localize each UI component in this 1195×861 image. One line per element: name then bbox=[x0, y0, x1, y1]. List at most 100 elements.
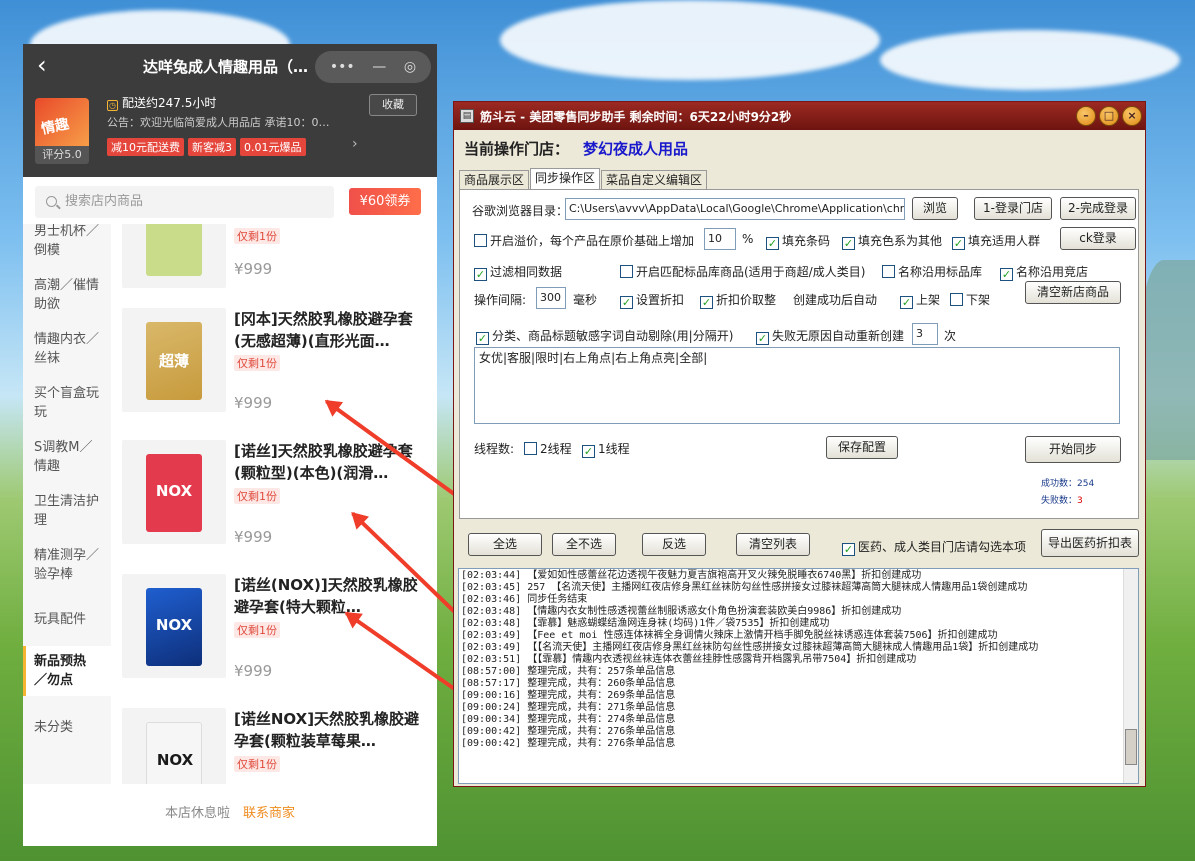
auto-retry-checkbox[interactable]: ✓ 失败无原因自动重新创建 bbox=[756, 327, 904, 345]
contact-merchant-link[interactable]: 联系商家 bbox=[243, 806, 295, 821]
chevron-right-icon[interactable]: › bbox=[352, 136, 358, 152]
log-output[interactable]: [02:03:44] 【爱如如性感蕾丝花边透视午夜魅力夏吉旗袍高开叉火辣免脱睡衣… bbox=[458, 568, 1139, 784]
discount-round-checkbox[interactable]: ✓ 折扣价取整 bbox=[700, 291, 776, 309]
save-config-button[interactable]: 保存配置 bbox=[826, 436, 898, 459]
stock-limit-badge: 仅剩1份 bbox=[234, 355, 280, 371]
log-line: [02:03:46] 同步任务结束 bbox=[461, 594, 588, 605]
fill-barcode-checkbox[interactable]: ✓ 填充条码 bbox=[766, 232, 830, 250]
stock-limit-badge: 仅剩1份 bbox=[234, 756, 280, 772]
markup-checkbox[interactable]: 开启溢价，每个产品在原价基础上增加 bbox=[474, 232, 694, 249]
category-item[interactable]: 卫生清洁护理 bbox=[23, 492, 103, 530]
clear-store-products-button[interactable]: 清空新店商品 bbox=[1025, 281, 1121, 304]
sync-assistant-window: ▤ 筋斗云 - 美团零售同步助手 剩余时间：6天22小时9分2秒 – □ × 当… bbox=[453, 101, 1146, 787]
more-icon[interactable]: ••• bbox=[330, 60, 355, 74]
log-line: [02:03:49] 【【名流天使】主播网红夜店修身黑红丝袜防勾丝性感拼接女过膝… bbox=[461, 642, 1039, 653]
times-label: 次 bbox=[944, 329, 957, 343]
clock-icon: ◷ bbox=[107, 100, 118, 111]
stock-limit-badge: 仅剩1份 bbox=[234, 228, 280, 244]
store-notice: 公告：欢迎光临简爱成人用品店 承诺10：0… bbox=[107, 116, 330, 129]
tab-product-display[interactable]: 商品展示区 bbox=[459, 170, 530, 190]
tab-bar: 商品展示区 同步操作区 菜品自定义编辑区 bbox=[459, 168, 708, 190]
mountain bbox=[1140, 260, 1195, 460]
interval-label: 操作间隔: bbox=[474, 293, 527, 307]
product-list: 仅剩1份 ¥999 超薄 [冈本]天然胶乳橡胶避孕套(无感超薄)(直形光面… 仅… bbox=[111, 224, 437, 784]
interval-input[interactable]: 300 bbox=[536, 287, 566, 309]
log-line: [02:03:48] 【情趣内衣女制性感透视蕾丝制服诱惑女仆角色扮演套装欧美白9… bbox=[461, 606, 902, 617]
medical-category-checkbox[interactable]: ✓ 医药、成人类目门店请勾选本项 bbox=[842, 538, 1026, 556]
name-competitor-checkbox[interactable]: ✓ 名称沿用竞店 bbox=[1000, 263, 1088, 281]
minimize-icon[interactable]: — bbox=[372, 60, 386, 74]
category-item[interactable]: 高潮／催情助欲 bbox=[23, 276, 103, 314]
keywords-textarea[interactable]: 女优|客服|限时|右上角点|右上角点亮|全部| bbox=[474, 347, 1120, 424]
log-line: [09:00:34] 整理完成，共有：274条单品信息 bbox=[461, 714, 676, 725]
browser-dir-input[interactable]: C:\Users\avvv\AppData\Local\Google\Chrom… bbox=[565, 198, 905, 220]
log-line: [02:03:49] 【Fee et moi 性感连体袜裤全身调情火辣床上激情开… bbox=[461, 630, 998, 641]
start-sync-button[interactable]: 开始同步 bbox=[1025, 436, 1121, 463]
product-box bbox=[146, 224, 202, 276]
filter-same-checkbox[interactable]: ✓ 过滤相同数据 bbox=[474, 263, 562, 281]
coupon-tag: 0.01元爆品 bbox=[240, 138, 306, 156]
product-price: ¥999 bbox=[234, 394, 273, 412]
finish-login-button[interactable]: 2-完成登录 bbox=[1060, 197, 1136, 220]
shop-logo: 情趣 bbox=[35, 98, 89, 152]
log-line: [02:03:45] 257 【名流天使】主播网红夜店修身黑红丝袜防勾丝性感拼接… bbox=[461, 582, 1028, 593]
category-item[interactable]: 玩具配件 bbox=[23, 610, 111, 629]
two-thread-checkbox[interactable]: 2线程 bbox=[524, 440, 572, 457]
markup-input[interactable]: 10 bbox=[704, 228, 736, 250]
tab-custom-edit[interactable]: 菜品自定义编辑区 bbox=[601, 170, 708, 190]
back-arrow-icon[interactable]: ‹ bbox=[37, 53, 57, 78]
category-item-selected[interactable]: 新品预热／勿点 bbox=[23, 646, 111, 696]
percent-label: % bbox=[742, 232, 754, 246]
category-item[interactable]: 男士机杯／倒模 bbox=[23, 224, 111, 260]
category-sidebar: 男士机杯／倒模 高潮／催情助欲 情趣内衣／丝袜 买个盲盒玩玩 S调教M／情趣 卫… bbox=[23, 224, 111, 784]
minimize-button[interactable]: – bbox=[1076, 106, 1096, 126]
product-title: [冈本]天然胶乳橡胶避孕套(无感超薄)(直形光面… bbox=[234, 310, 413, 350]
export-medical-discount-button[interactable]: 导出医药折扣表 bbox=[1041, 529, 1139, 557]
search-icon bbox=[46, 196, 57, 207]
category-item[interactable]: 买个盲盒玩玩 bbox=[23, 384, 103, 422]
name-lib-checkbox[interactable]: 名称沿用标品库 bbox=[882, 263, 982, 280]
select-all-button[interactable]: 全选 bbox=[468, 533, 542, 556]
fail-count: 失败数：3 bbox=[1041, 496, 1083, 506]
match-lib-checkbox[interactable]: 开启匹配标品库商品(适用于商超/成人类目) bbox=[620, 263, 865, 280]
set-discount-checkbox[interactable]: ✓ 设置折扣 bbox=[620, 291, 684, 309]
store-closed-bar: 本店休息啦 联系商家 bbox=[164, 806, 296, 821]
browse-button[interactable]: 浏览 bbox=[912, 197, 958, 220]
one-thread-checkbox[interactable]: ✓ 1线程 bbox=[582, 440, 630, 458]
search-input[interactable]: 搜索店内商品 bbox=[35, 186, 334, 218]
product-image: NOX bbox=[122, 440, 226, 544]
category-item[interactable]: S调教M／情趣 bbox=[23, 438, 103, 476]
current-store: 当前操作门店： 梦幻夜成人用品 bbox=[464, 140, 689, 158]
log-scrollbar[interactable] bbox=[1123, 569, 1138, 783]
login-store-button[interactable]: 1-登录门店 bbox=[974, 197, 1052, 220]
store-header: ‹ 达咩兔成人情趣用品（… ••• — ◎ 情趣 评分5.0 ◷ 配送约247.5… bbox=[23, 44, 437, 177]
category-item[interactable]: 未分类 bbox=[23, 718, 111, 737]
invert-selection-button[interactable]: 反选 bbox=[642, 533, 706, 556]
favorite-button[interactable]: 收藏 bbox=[369, 94, 417, 116]
product-title: [诺丝NOX]天然胶乳橡胶避孕套(颗粒装草莓果… bbox=[234, 710, 420, 750]
ck-login-button[interactable]: ck登录 bbox=[1060, 227, 1136, 250]
select-none-button[interactable]: 全不选 bbox=[552, 533, 616, 556]
capsule-menu: ••• — ◎ bbox=[315, 51, 431, 83]
coupon-button[interactable]: ¥60领券 bbox=[349, 188, 421, 215]
log-line: [02:03:48] 【霏慕】魅惑蝴蝶结渔网连身袜(均码)1件／袋7535】折扣… bbox=[461, 618, 830, 629]
product-box: NOX bbox=[146, 588, 202, 666]
sensitive-words-checkbox[interactable]: ✓ 分类、商品标题敏感字词自动剔除(用|分隔开) bbox=[476, 327, 733, 345]
on-shelf-checkbox[interactable]: ✓ 上架 bbox=[900, 291, 940, 309]
category-item[interactable]: 精准测孕／验孕棒 bbox=[23, 546, 103, 584]
log-line: [09:00:24] 整理完成，共有：271条单品信息 bbox=[461, 702, 676, 713]
scrollbar-thumb[interactable] bbox=[1125, 729, 1137, 765]
fill-audience-checkbox[interactable]: ✓ 填充适用人群 bbox=[952, 232, 1040, 250]
close-button[interactable]: × bbox=[1122, 106, 1142, 126]
close-target-icon[interactable]: ◎ bbox=[404, 60, 416, 74]
off-shelf-checkbox[interactable]: 下架 bbox=[950, 291, 990, 308]
retry-input[interactable]: 3 bbox=[912, 323, 938, 345]
product-price: ¥999 bbox=[234, 662, 273, 680]
fill-color-checkbox[interactable]: ✓ 填充色系为其他 bbox=[842, 232, 942, 250]
clear-list-button[interactable]: 清空列表 bbox=[736, 533, 810, 556]
product-title: [诺丝(NOX)]天然胶乳橡胶避孕套(特大颗粒… bbox=[234, 576, 418, 616]
tab-sync-operation[interactable]: 同步操作区 bbox=[530, 168, 601, 190]
coupon-tags: 减10元配送费 新客减3 0.01元爆品 bbox=[107, 138, 306, 156]
category-item[interactable]: 情趣内衣／丝袜 bbox=[23, 330, 103, 368]
maximize-button[interactable]: □ bbox=[1099, 106, 1119, 126]
